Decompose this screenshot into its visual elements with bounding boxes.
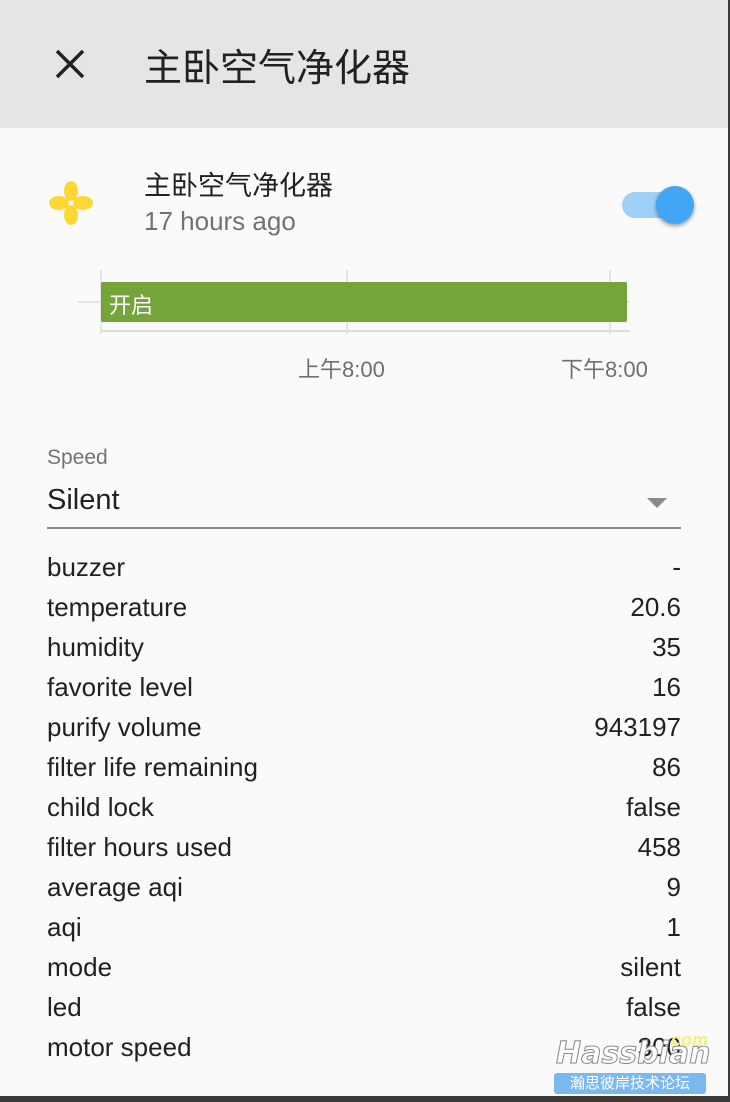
attribute-value: silent xyxy=(620,952,681,982)
attribute-key: aqi xyxy=(47,912,82,942)
attribute-row: mode silent xyxy=(47,947,681,987)
speed-value: Silent xyxy=(47,484,120,516)
attributes-list: buzzer - temperature 20.6 humidity 35 favorite… xyxy=(47,547,681,1067)
attribute-row: filter hours used 458 xyxy=(47,827,681,867)
attribute-value: 9 xyxy=(666,872,681,902)
entity-row: 主卧空气净化器 17 hours ago xyxy=(0,160,728,250)
attribute-value: 35 xyxy=(652,632,681,662)
power-toggle[interactable] xyxy=(622,186,694,226)
speed-select[interactable]: Silent xyxy=(47,476,681,529)
attribute-key: child lock xyxy=(47,792,154,822)
attribute-row: child lock false xyxy=(47,787,681,827)
attribute-row: favorite level 16 xyxy=(47,667,681,707)
close-icon xyxy=(55,49,85,79)
last-changed: 17 hours ago xyxy=(144,206,296,236)
dialog-title: 主卧空气净化器 xyxy=(144,47,411,90)
attribute-row: led false xyxy=(47,987,681,1027)
history-timeline: 开启 上午8:00 下午8:00 xyxy=(0,268,728,388)
attribute-value: - xyxy=(672,552,681,582)
attribute-key: average aqi xyxy=(47,872,183,902)
attribute-key: favorite level xyxy=(47,672,193,702)
attribute-key: filter life remaining xyxy=(47,752,258,782)
attribute-row: filter life remaining 86 xyxy=(47,747,681,787)
close-button[interactable] xyxy=(40,34,100,94)
attribute-row: temperature 20.6 xyxy=(47,587,681,627)
dropdown-caret-icon xyxy=(647,498,667,508)
attribute-value: 20.6 xyxy=(630,592,681,622)
attribute-row: average aqi 9 xyxy=(47,867,681,907)
attribute-key: buzzer xyxy=(47,552,126,582)
watermark-logo: Hassbian com 瀚思彼岸技术论坛 xyxy=(554,1030,711,1094)
attribute-key: led xyxy=(47,992,82,1022)
attribute-key: motor speed xyxy=(47,1032,192,1062)
attribute-value: 1 xyxy=(666,912,681,942)
attribute-key: temperature xyxy=(47,592,188,622)
attribute-row: aqi 1 xyxy=(47,907,681,947)
speed-label: Speed xyxy=(47,446,108,469)
time-tick: 下午8:00 xyxy=(561,357,648,382)
attribute-row: purify volume 943197 xyxy=(47,707,681,747)
dialog-header: 主卧空气净化器 xyxy=(0,0,728,128)
fan-icon xyxy=(49,181,93,225)
state-bar[interactable]: 开启 xyxy=(101,282,627,322)
attribute-key: humidity xyxy=(47,632,144,662)
attribute-value: 458 xyxy=(637,832,681,862)
attribute-value: 943197 xyxy=(594,712,681,742)
attribute-value: 86 xyxy=(652,752,681,782)
attribute-key: filter hours used xyxy=(47,832,232,862)
attribute-value: false xyxy=(626,992,681,1022)
attribute-key: mode xyxy=(47,952,113,982)
attribute-key: purify volume xyxy=(47,712,202,742)
attribute-value: 16 xyxy=(652,672,681,702)
entity-name: 主卧空气净化器 xyxy=(144,171,333,201)
more-info-dialog: 主卧空气净化器 主卧空气净化器 17 hours ago 开启 上午8:00 下… xyxy=(0,0,728,1096)
attribute-value: false xyxy=(626,792,681,822)
time-tick: 上午8:00 xyxy=(298,357,385,382)
attribute-row: humidity 35 xyxy=(47,627,681,667)
attribute-row: buzzer - xyxy=(47,547,681,587)
toggle-knob xyxy=(656,186,694,224)
